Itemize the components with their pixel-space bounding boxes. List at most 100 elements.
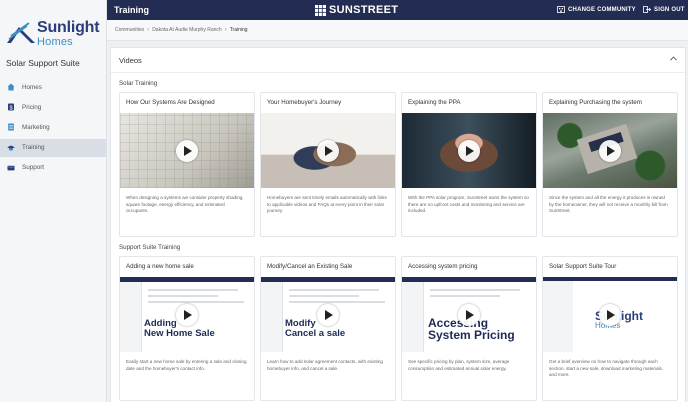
- video-card[interactable]: Explaining Purchasing the system Since t…: [542, 92, 678, 237]
- video-description: Learn how to add solar agreement contact…: [267, 359, 383, 371]
- house-icon: [7, 83, 15, 91]
- chevron-right-icon: ›: [147, 27, 150, 33]
- video-description: Get a brief overview on how to navigate …: [549, 359, 664, 377]
- mock-line: [148, 301, 244, 303]
- video-thumbnail[interactable]: [120, 113, 254, 188]
- sidebar-item-homes[interactable]: Homes: [0, 78, 106, 96]
- video-title: Explaining the PPA: [408, 99, 461, 106]
- breadcrumb: Communities › Dakota At Audie Murphy Ran…: [107, 20, 688, 41]
- sign-out-label: SIGN OUT: [654, 6, 685, 13]
- change-community-button[interactable]: CHANGE COMMUNITY: [557, 6, 636, 13]
- video-description: With the PPA solar program, SunStreet ow…: [408, 195, 529, 213]
- sidebar-item-training[interactable]: Training: [0, 138, 106, 157]
- play-icon[interactable]: [458, 139, 480, 162]
- play-icon[interactable]: [176, 139, 198, 162]
- chevron-right-icon: ›: [224, 27, 227, 33]
- mock-line: [289, 301, 385, 303]
- change-community-label: CHANGE COMMUNITY: [568, 6, 636, 13]
- mock-line: [289, 295, 359, 297]
- caption-line: System Pricing: [428, 328, 515, 342]
- mock-line: [289, 289, 379, 291]
- video-thumbnail[interactable]: Modify Cancel a sale: [261, 277, 395, 352]
- video-title: How Our Systems Are Designed: [126, 99, 215, 106]
- sidebar-item-label: Marketing: [22, 123, 50, 131]
- video-title: Modify/Cancel an Existing Sale: [267, 263, 353, 270]
- chevron-up-icon[interactable]: [670, 56, 677, 61]
- top-header: Training SUNSTREET CHANGE COMMUNITY SIGN…: [107, 0, 688, 20]
- sidebar-nav: Homes $ Pricing Marketing Training Suppo…: [0, 78, 106, 179]
- play-icon[interactable]: [599, 303, 621, 326]
- svg-text:$: $: [9, 105, 12, 111]
- video-card[interactable]: Adding a new home sale Adding New Home Sa…: [119, 256, 255, 401]
- mock-line: [430, 295, 500, 297]
- section-label-support-suite-training: Support Suite Training: [119, 244, 181, 251]
- video-title: Your Homebuyer's Journey: [267, 99, 342, 106]
- mock-line: [148, 295, 218, 297]
- caption-line: Cancel a sale: [285, 328, 346, 339]
- mock-sidebar: [402, 282, 424, 352]
- mock-sidebar: [261, 282, 283, 352]
- brand-sub: Homes: [37, 36, 73, 48]
- video-thumbnail[interactable]: Accessing System Pricing: [402, 277, 536, 352]
- solar-training-grid: How Our Systems Are Designed When design…: [119, 92, 678, 237]
- brand-label: SUNSTREET: [329, 4, 399, 16]
- play-icon[interactable]: [176, 303, 198, 326]
- video-thumbnail[interactable]: [261, 113, 395, 188]
- video-card[interactable]: Solar Support Suite Tour Sunlight Homes …: [542, 256, 678, 401]
- mock-sidebar: [120, 282, 142, 352]
- video-thumbnail[interactable]: Sunlight Homes: [543, 277, 677, 352]
- breadcrumb-communities[interactable]: Communities: [115, 27, 144, 33]
- play-icon[interactable]: [599, 139, 621, 162]
- video-card[interactable]: Modify/Cancel an Existing Sale Modify Can…: [260, 256, 396, 401]
- video-title: Adding a new home sale: [126, 263, 194, 270]
- mock-sidebar: [543, 281, 573, 352]
- video-thumbnail[interactable]: Adding New Home Sale: [120, 277, 254, 352]
- video-title: Solar Support Suite Tour: [549, 263, 617, 270]
- graduation-cap-icon: [7, 145, 15, 151]
- video-thumbnail[interactable]: [402, 113, 536, 188]
- sidebar-item-label: Support: [22, 164, 45, 172]
- breadcrumb-current: Training: [229, 27, 248, 33]
- sidebar-item-marketing[interactable]: Marketing: [0, 118, 106, 136]
- video-card[interactable]: Explaining the PPA With the PPA solar pr…: [401, 92, 537, 237]
- dollar-icon: $: [8, 103, 14, 111]
- page-title: Training: [114, 5, 150, 15]
- video-description: See specific pricing by plan, system siz…: [408, 359, 510, 371]
- videos-panel: Videos Solar Training How Our Systems Ar…: [110, 47, 687, 402]
- sign-out-button[interactable]: SIGN OUT: [643, 6, 685, 13]
- support-suite-grid: Adding a new home sale Adding New Home Sa…: [119, 256, 678, 401]
- sidebar-item-label: Training: [22, 144, 45, 152]
- brand-name: Sunlight: [37, 19, 100, 36]
- sunstreet-brand: SUNSTREET: [315, 4, 398, 16]
- sidebar: Sunlight Homes Solar Support Suite Homes…: [0, 0, 107, 402]
- video-description: When designing a systems we consider pro…: [126, 195, 244, 213]
- sign-out-icon: [643, 6, 651, 13]
- video-description: Homebuyers are sent timely emails automa…: [267, 195, 387, 213]
- video-card[interactable]: Your Homebuyer's Journey Homebuyers are …: [260, 92, 396, 237]
- play-icon[interactable]: [458, 303, 480, 326]
- play-icon[interactable]: [317, 139, 339, 162]
- mock-line: [148, 289, 238, 291]
- play-icon[interactable]: [317, 303, 339, 326]
- video-card[interactable]: Accessing system pricing Accessing System…: [401, 256, 537, 401]
- sunstreet-logo-icon: [315, 4, 326, 16]
- video-title: Accessing system pricing: [408, 263, 478, 270]
- video-description: Since the system and all the energy it p…: [549, 195, 668, 213]
- section-label-solar-training: Solar Training: [119, 80, 158, 87]
- sidebar-item-label: Pricing: [22, 103, 42, 111]
- video-title: Explaining Purchasing the system: [549, 99, 642, 106]
- sidebar-item-support[interactable]: Support: [0, 159, 106, 177]
- support-icon: [7, 165, 15, 171]
- suite-title: Solar Support Suite: [6, 58, 80, 68]
- video-description: Easily start a new home sale by entering…: [126, 359, 247, 371]
- video-card[interactable]: How Our Systems Are Designed When design…: [119, 92, 255, 237]
- videos-title: Videos: [119, 56, 142, 65]
- building-icon: [557, 6, 565, 13]
- mock-line: [430, 289, 520, 291]
- video-thumbnail[interactable]: [543, 113, 677, 188]
- videos-header[interactable]: Videos: [111, 48, 687, 73]
- breadcrumb-community[interactable]: Dakota At Audie Murphy Ranch: [152, 27, 222, 33]
- sidebar-item-pricing[interactable]: $ Pricing: [0, 98, 106, 116]
- caption-line: New Home Sale: [144, 328, 215, 339]
- sidebar-item-label: Homes: [22, 83, 42, 91]
